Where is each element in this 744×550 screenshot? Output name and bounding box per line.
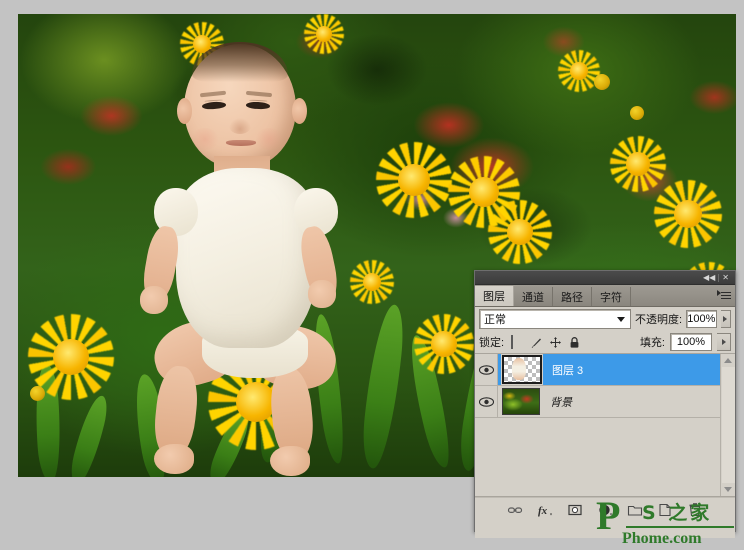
fill-stepper[interactable] bbox=[717, 333, 731, 351]
lock-row: 锁定: 填充: 100% bbox=[475, 331, 735, 354]
tab-character[interactable]: 字符 bbox=[592, 287, 631, 306]
panel-tab-strip: 图层 通道 路径 字符 bbox=[475, 285, 735, 307]
opacity-stepper[interactable] bbox=[720, 310, 731, 328]
baby-foot-right bbox=[270, 446, 310, 476]
panel-menu-icon[interactable] bbox=[717, 290, 731, 300]
yellow-daisy bbox=[654, 180, 722, 248]
fill-label: 填充: bbox=[639, 337, 665, 349]
baby-ear-right bbox=[292, 98, 307, 124]
baby-hand-left bbox=[140, 286, 168, 314]
layer-visibility-toggle[interactable] bbox=[475, 386, 498, 417]
flower-bud bbox=[30, 386, 45, 401]
blend-mode-select[interactable]: 正常 bbox=[479, 309, 631, 329]
lock-transparent-pixels-icon[interactable] bbox=[511, 334, 524, 349]
yellow-daisy bbox=[414, 314, 474, 374]
tab-channels[interactable]: 通道 bbox=[514, 287, 553, 306]
trash-icon[interactable] bbox=[687, 502, 703, 518]
new-page-icon[interactable] bbox=[657, 502, 673, 518]
layer-name[interactable]: 背景 bbox=[550, 394, 719, 410]
stepper-triangle-icon bbox=[723, 316, 728, 322]
eye-icon bbox=[478, 396, 494, 407]
opacity-label: 不透明度: bbox=[635, 314, 683, 326]
lock-all-icon[interactable] bbox=[568, 336, 581, 349]
baby-ear-left bbox=[177, 98, 192, 124]
folder-icon[interactable] bbox=[627, 502, 643, 518]
table-row[interactable]: 图层 3 bbox=[475, 354, 735, 386]
panel-titlebar[interactable]: ◀◀ ✕ bbox=[475, 271, 735, 285]
link-chain-icon[interactable] bbox=[507, 502, 523, 518]
fill-input[interactable]: 100% bbox=[670, 333, 712, 351]
table-row[interactable]: 背景 bbox=[475, 386, 735, 418]
flower-bud bbox=[630, 106, 644, 120]
daisy-center bbox=[626, 152, 650, 176]
stepper-triangle-icon bbox=[721, 339, 726, 345]
eye-icon bbox=[478, 364, 494, 375]
fx-icon[interactable]: fx bbox=[537, 502, 553, 518]
menu-line bbox=[721, 292, 731, 293]
chevron-down-icon bbox=[617, 317, 625, 322]
layer-visibility-toggle[interactable] bbox=[475, 354, 498, 385]
layer-name[interactable]: 图层 3 bbox=[552, 362, 731, 378]
opacity-input[interactable]: 100% bbox=[686, 310, 717, 328]
layers-panel: ◀◀ ✕ 图层 通道 路径 字符 正常 不透明度: 100% 锁定: 填充: 1… bbox=[474, 270, 736, 538]
adjustment-circle-icon[interactable] bbox=[597, 502, 613, 518]
panel-footer-strip bbox=[475, 522, 735, 538]
scrollbar-track[interactable] bbox=[721, 367, 735, 483]
baby-cheek-left bbox=[190, 128, 220, 150]
daisy-center bbox=[52, 338, 90, 376]
lock-position-icon[interactable] bbox=[549, 336, 562, 349]
layer-list: 图层 3 背景 bbox=[475, 354, 735, 497]
blend-mode-value: 正常 bbox=[484, 314, 506, 326]
menu-line bbox=[721, 295, 731, 296]
scroll-up-arrow-icon[interactable] bbox=[721, 354, 735, 367]
baby-onesie bbox=[176, 168, 316, 348]
yellow-daisy bbox=[558, 50, 600, 92]
thumbnail-content bbox=[512, 358, 526, 380]
lock-image-pixels-icon[interactable] bbox=[530, 336, 543, 349]
tab-layers[interactable]: 图层 bbox=[475, 286, 514, 306]
scroll-down-arrow-icon[interactable] bbox=[721, 483, 735, 496]
layer-thumbnail[interactable] bbox=[501, 354, 543, 385]
baby-foot-left bbox=[154, 444, 194, 474]
yellow-daisy bbox=[488, 200, 552, 264]
baby-nose bbox=[229, 118, 251, 134]
layer-thumbnail[interactable] bbox=[501, 387, 541, 416]
flower-bud bbox=[594, 74, 610, 90]
daisy-center bbox=[431, 331, 457, 357]
close-icon[interactable]: ✕ bbox=[719, 273, 732, 282]
baby-cheek-right bbox=[254, 128, 284, 150]
lock-label: 锁定: bbox=[479, 337, 505, 349]
collapse-to-icons-icon[interactable]: ◀◀ bbox=[700, 273, 718, 282]
layer-list-scrollbar[interactable] bbox=[720, 354, 735, 496]
menu-line bbox=[721, 298, 731, 299]
blend-mode-row: 正常 不透明度: 100% bbox=[475, 307, 735, 331]
layer-mask-icon[interactable] bbox=[567, 502, 583, 518]
baby-mouth bbox=[226, 140, 256, 146]
layers-panel-toolbar: fx bbox=[475, 497, 735, 522]
svg-text:fx: fx bbox=[538, 505, 548, 517]
panel-menu-triangle-icon bbox=[717, 290, 721, 296]
baby-hair bbox=[192, 42, 288, 82]
daisy-center bbox=[570, 62, 588, 80]
tab-paths[interactable]: 路径 bbox=[553, 287, 592, 306]
baby-subject bbox=[118, 30, 388, 476]
daisy-center bbox=[398, 164, 430, 196]
baby-hand-right bbox=[308, 280, 336, 308]
lock-icon-group bbox=[511, 334, 581, 349]
